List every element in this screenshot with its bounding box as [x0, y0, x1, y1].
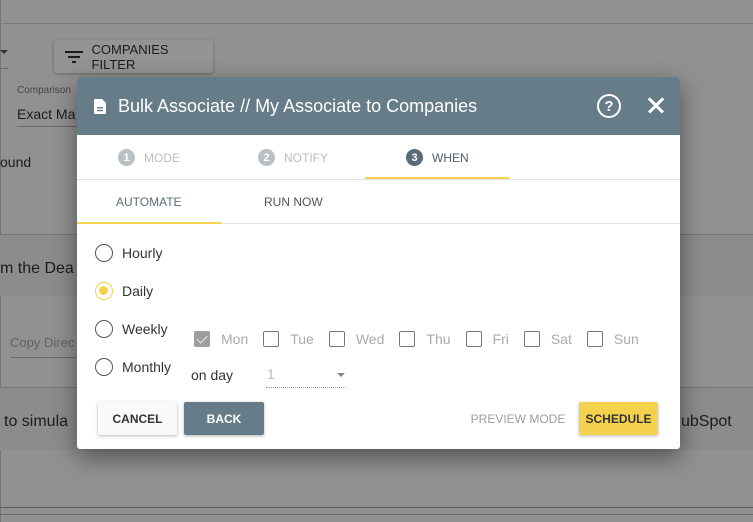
radio-monthly[interactable]: Monthly [95, 358, 171, 376]
checkbox[interactable] [263, 331, 280, 347]
day-label: Fri [492, 331, 509, 347]
day-label: Thu [426, 331, 451, 347]
step-number: 1 [118, 149, 135, 166]
day-fri[interactable]: Fri [465, 331, 509, 347]
step-label: WHEN [432, 150, 469, 165]
day-label: Sun [613, 331, 639, 347]
step-number: 3 [406, 149, 423, 166]
bulk-associate-dialog: Bulk Associate // My Associate to Compan… [77, 77, 680, 449]
step-notify[interactable]: 2 NOTIFY [258, 135, 328, 180]
step-label: MODE [144, 150, 180, 165]
dialog-title: Bulk Associate // My Associate to Compan… [118, 95, 478, 116]
radio-label: Weekly [122, 321, 168, 337]
stepper: 1 MODE 2 NOTIFY 3 WHEN [77, 135, 680, 180]
checkbox[interactable] [465, 331, 482, 347]
radio-button[interactable] [95, 358, 113, 376]
step-mode[interactable]: 1 MODE [118, 135, 180, 180]
schedule-button[interactable]: SCHEDULE [579, 402, 658, 435]
on-day-value: 1 [267, 366, 275, 382]
step-label: NOTIFY [284, 150, 328, 165]
day-tue[interactable]: Tue [263, 331, 314, 347]
radio-weekly[interactable]: Weekly [95, 320, 168, 338]
radio-hourly[interactable]: Hourly [95, 244, 162, 262]
chevron-down-icon [337, 373, 345, 377]
tab-automate[interactable]: AUTOMATE [116, 180, 182, 224]
document-icon [94, 98, 106, 114]
active-step-indicator [365, 177, 509, 179]
checkbox[interactable] [194, 331, 210, 347]
day-wed[interactable]: Wed [328, 331, 385, 347]
day-label: Sat [550, 331, 572, 347]
tab-run-now[interactable]: RUN NOW [264, 180, 323, 224]
day-label: Wed [355, 331, 385, 347]
cancel-button[interactable]: CANCEL [98, 402, 177, 435]
back-button[interactable]: BACK [184, 402, 264, 435]
day-mon[interactable]: Mon [194, 331, 248, 347]
dialog-header: Bulk Associate // My Associate to Compan… [77, 77, 680, 135]
checkbox[interactable] [328, 331, 345, 347]
day-sun[interactable]: Sun [586, 331, 639, 347]
radio-button[interactable] [95, 320, 113, 338]
on-day-select[interactable]: 1 [266, 366, 346, 388]
help-icon[interactable]: ? [597, 94, 621, 118]
radio-label: Monthly [122, 359, 172, 375]
day-label: Tue [290, 331, 314, 347]
radio-daily[interactable]: Daily [95, 282, 153, 300]
weekday-checkboxes: Mon Tue Wed Thu Fri Sat Sun [194, 331, 639, 347]
step-number: 2 [258, 149, 275, 166]
radio-label: Daily [122, 283, 154, 299]
radio-label: Hourly [122, 245, 163, 261]
day-label: Mon [221, 331, 249, 347]
active-tab-indicator [77, 222, 221, 224]
radio-button[interactable] [95, 244, 113, 262]
preview-mode-button[interactable]: PREVIEW MODE [468, 402, 568, 435]
checkbox[interactable] [399, 331, 416, 347]
tab-bar: AUTOMATE RUN NOW [77, 180, 680, 224]
checkbox[interactable] [523, 331, 540, 347]
step-when[interactable]: 3 WHEN [406, 135, 469, 180]
close-icon[interactable] [644, 94, 668, 118]
day-sat[interactable]: Sat [523, 331, 572, 347]
on-day-label: on day [191, 367, 234, 383]
radio-button[interactable] [95, 282, 113, 300]
checkbox[interactable] [586, 331, 603, 347]
day-thu[interactable]: Thu [399, 331, 451, 347]
